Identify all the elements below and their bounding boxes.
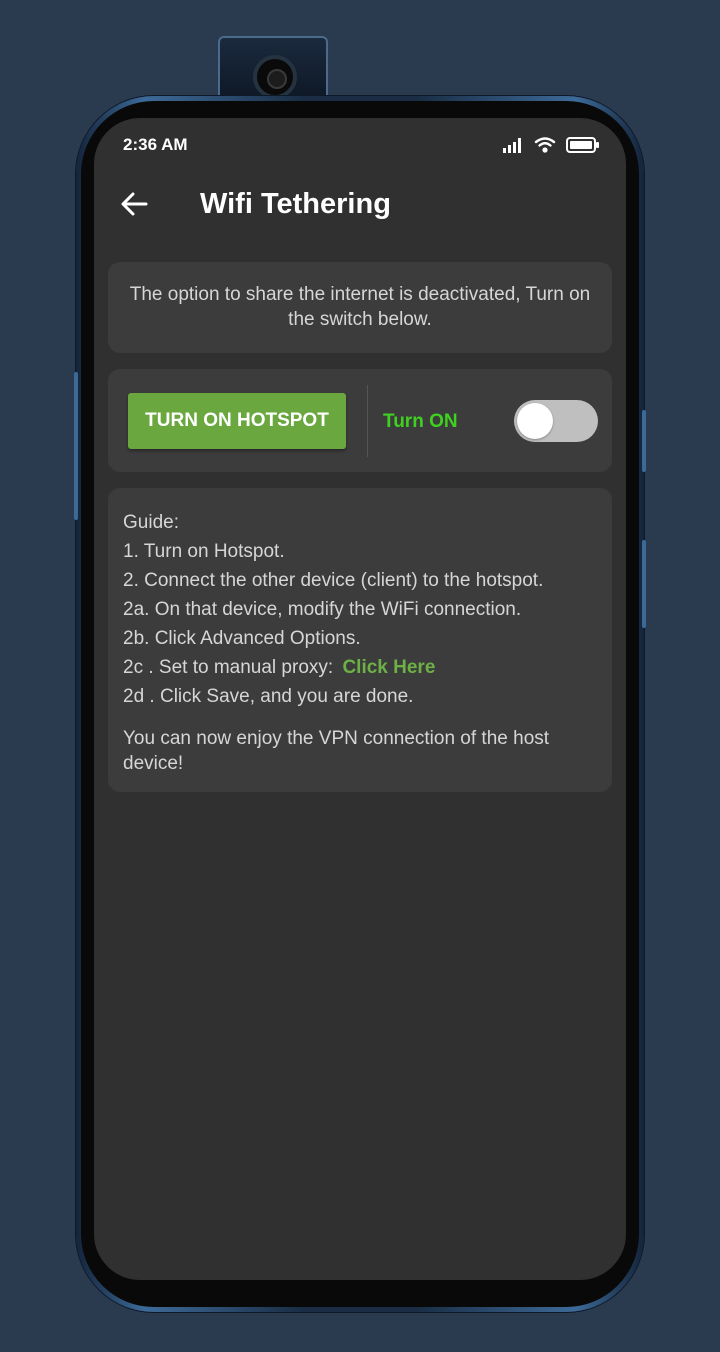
page-title: Wifi Tethering — [200, 188, 391, 220]
status-bar: 2:36 AM — [94, 118, 626, 172]
click-here-link[interactable]: Click Here — [342, 657, 435, 678]
arrow-left-icon — [121, 192, 148, 216]
guide-step: 2d . Click Save, and you are done. — [123, 686, 414, 707]
guide-step-text: 2c . Set to manual proxy: — [123, 657, 334, 678]
guide-step: 2b. Click Advanced Options. — [123, 628, 361, 649]
camera-lens-icon — [253, 55, 297, 99]
guide-card: Guide: 1. Turn on Hotspot. 2. Connect th… — [108, 488, 612, 792]
device-mockup: 2:36 AM Wifi Tethering The option to sha… — [0, 0, 720, 1352]
guide-step-proxy: 2c . Set to manual proxy: Click Here — [123, 653, 597, 682]
guide-step: 2a. On that device, modify the WiFi conn… — [123, 599, 522, 620]
signal-icon — [503, 138, 521, 153]
side-button — [642, 540, 646, 628]
guide-step: 2. Connect the other device (client) to … — [123, 570, 544, 591]
switch-knob — [517, 403, 553, 439]
guide-footer: You can now enjoy the VPN connection of … — [123, 728, 550, 774]
power-button — [642, 410, 646, 472]
guide-heading: Guide: — [123, 512, 179, 533]
hotspot-card: TURN ON HOTSPOT Turn ON — [108, 369, 612, 472]
divider — [367, 385, 368, 457]
status-time: 2:36 AM — [123, 135, 188, 154]
volume-button — [74, 372, 78, 520]
app-bar: Wifi Tethering — [94, 172, 626, 236]
back-button[interactable] — [116, 186, 154, 222]
status-icons — [502, 136, 600, 154]
app-screen: 2:36 AM Wifi Tethering The option to sha… — [94, 118, 626, 1280]
hotspot-switch[interactable] — [514, 400, 598, 442]
info-card: The option to share the internet is deac… — [108, 262, 612, 353]
turn-on-hotspot-button[interactable]: TURN ON HOTSPOT — [128, 393, 346, 449]
wifi-icon — [534, 137, 556, 153]
battery-icon — [566, 137, 599, 153]
info-message: The option to share the internet is deac… — [129, 284, 591, 330]
switch-label: Turn ON — [383, 411, 458, 432]
guide-step: 1. Turn on Hotspot. — [123, 541, 285, 562]
